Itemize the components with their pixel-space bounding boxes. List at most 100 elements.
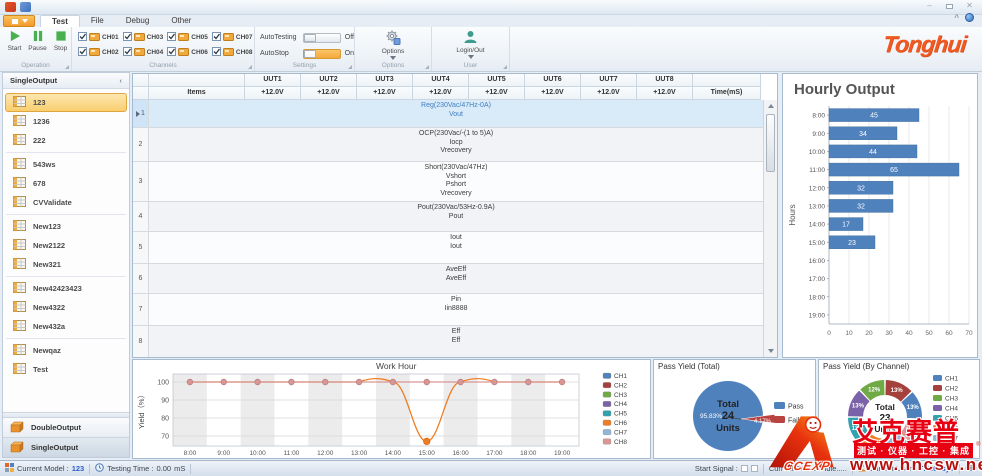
testing-time-label: Testing Time :	[107, 464, 153, 473]
close-icon[interactable]: ✕	[963, 1, 976, 11]
checkbox-checked-icon[interactable]	[167, 32, 176, 43]
restore-icon[interactable]	[943, 1, 956, 11]
channel-ch02[interactable]: CH02	[78, 47, 119, 58]
table-row[interactable]: 7PinIin8888	[133, 294, 763, 326]
dialog-launcher-icon[interactable]	[348, 65, 352, 69]
channel-ch03[interactable]: CH03	[123, 32, 164, 43]
auto-stop-toggle[interactable]	[303, 49, 340, 59]
checkbox-checked-icon[interactable]	[167, 47, 176, 58]
eye-icon[interactable]	[965, 464, 977, 474]
dialog-launcher-icon[interactable]	[425, 65, 429, 69]
channel-ch07[interactable]: CH07	[212, 32, 253, 43]
dialog-launcher-icon[interactable]	[65, 65, 69, 69]
sidebar-item-222[interactable]: 222	[5, 131, 127, 150]
svg-text:CH1: CH1	[614, 373, 627, 380]
sidebar-item-test[interactable]: Test	[5, 360, 127, 379]
channel-column: CH05 CH06	[167, 32, 208, 58]
table-header-row-values: Items+12.0V+12.0V+12.0V+12.0V+12.0V+12.0…	[133, 87, 777, 100]
sidebar-item-new4322[interactable]: New4322	[5, 298, 127, 317]
tab-file[interactable]: File	[80, 15, 115, 27]
table-row[interactable]: 6AveEffAveEff	[133, 264, 763, 294]
channel-ch04[interactable]: CH04	[123, 47, 164, 58]
sidebar-item-newqaz[interactable]: Newqaz	[5, 341, 127, 360]
test-item-cell: PinIin8888	[149, 294, 763, 325]
auto-stop-label: AutoStop	[260, 50, 299, 57]
test-items-table: UUT1UUT2UUT3UUT4UUT5UUT6UUT7UUT8 Items+1…	[132, 73, 778, 358]
app-icon-blue[interactable]	[20, 2, 31, 12]
table-row[interactable]: 8EffEff	[133, 326, 763, 357]
current-status-value: Idle.....	[824, 464, 847, 473]
table-row[interactable]: 5IoutIout	[133, 232, 763, 264]
row-number-cell: 3	[133, 162, 149, 201]
sidebar-item-123[interactable]: 123	[5, 93, 127, 112]
checkbox-checked-icon[interactable]	[212, 47, 221, 58]
scrollbar-thumb[interactable]	[766, 114, 775, 172]
table-row[interactable]: 2OCP(230Vac/-(1 to 5)A)IocpVrecovery	[133, 128, 763, 162]
checkbox-checked-icon[interactable]	[123, 32, 132, 43]
sidebar: SingleOutput ‹ 1231236222 543ws678CVValid…	[2, 72, 130, 458]
group-options: Options Options	[355, 27, 432, 71]
channel-ch05[interactable]: CH05	[167, 32, 208, 43]
start-button[interactable]: Start	[4, 27, 25, 52]
sidebar-item-new42423423[interactable]: New42423423	[5, 279, 127, 298]
pause-button[interactable]: Pause	[27, 27, 48, 52]
channel-ch06[interactable]: CH06	[167, 47, 208, 58]
sidebar-item-new432a[interactable]: New432a	[5, 317, 127, 336]
tab-test[interactable]: Test	[40, 15, 80, 27]
scroll-down-icon[interactable]	[764, 345, 777, 357]
sidebar-item-cvvalidate[interactable]: CVValidate	[5, 193, 127, 212]
auto-testing-toggle[interactable]	[303, 33, 340, 43]
model-sheet-icon	[13, 96, 26, 109]
sidebar-item-new123[interactable]: New123	[5, 217, 127, 236]
model-sheet-icon	[13, 320, 26, 333]
svg-text:Work Hour: Work Hour	[376, 361, 417, 371]
checkbox-checked-icon[interactable]	[78, 32, 87, 43]
checkbox-checked-icon[interactable]	[212, 32, 221, 43]
application-menu-button[interactable]	[3, 15, 35, 27]
start-signal-indicator	[751, 465, 758, 472]
hourly-output-chart: 0102030405060708:00459:003410:004411:006…	[785, 102, 977, 359]
scroll-up-icon[interactable]	[764, 100, 777, 112]
header-cell-time: Time(mS)	[693, 87, 761, 100]
table-row[interactable]: 3Short(230Vac/47Hz)VshortPshortVrecovery	[133, 162, 763, 202]
sidebar-bottom-buttons: DoubleOutputSingleOutput	[3, 412, 129, 457]
group-channels: CH01CH02CH03CH04CH05CH06CH07CH08 Channel…	[72, 27, 255, 71]
stop-button[interactable]: Stop	[50, 27, 71, 52]
sidebar-item-label: New42423423	[33, 284, 82, 293]
header-cell-voltage: +12.0V	[301, 87, 357, 100]
model-sheet-icon	[13, 177, 26, 190]
svg-text:CH4: CH4	[945, 406, 958, 413]
channel-label: CH03	[147, 34, 164, 41]
model-sheet-icon	[13, 158, 26, 171]
collapse-arrow-icon[interactable]: ‹	[120, 73, 123, 88]
tab-other[interactable]: Other	[160, 15, 202, 27]
sidebar-button-singleoutput[interactable]: SingleOutput	[3, 437, 129, 457]
table-vertical-scrollbar[interactable]	[763, 100, 777, 357]
checkbox-checked-icon[interactable]	[78, 47, 87, 58]
sidebar-item-new2122[interactable]: New2122	[5, 236, 127, 255]
options-button[interactable]: Options	[382, 27, 405, 60]
table-row[interactable]: 1Reg(230Vac/47Hz-0A)Vout	[133, 100, 763, 128]
app-icon-red[interactable]	[5, 2, 16, 12]
channel-label: CH04	[147, 49, 164, 56]
list-group-separator	[6, 338, 126, 339]
dialog-launcher-icon[interactable]	[248, 65, 252, 69]
tab-debug[interactable]: Debug	[115, 15, 161, 27]
pass-yield-by-channel-chart: Pass Yield (By Channel)13%13%12%13%12%12…	[819, 360, 979, 463]
channel-ch08[interactable]: CH08	[212, 47, 253, 58]
channel-ch01[interactable]: CH01	[78, 32, 119, 43]
current-row-marker-icon	[136, 111, 140, 117]
list-group-separator	[6, 152, 126, 153]
checkbox-checked-icon[interactable]	[123, 47, 132, 58]
table-row[interactable]: 4Pout(230Vac/53Hz-0.9A)Pout	[133, 202, 763, 232]
sidebar-item-543ws[interactable]: 543ws	[5, 155, 127, 174]
sidebar-item-new321[interactable]: New321	[5, 255, 127, 274]
sidebar-button-doubleoutput[interactable]: DoubleOutput	[3, 417, 129, 437]
sidebar-item-678[interactable]: 678	[5, 174, 127, 193]
minimize-icon[interactable]: –	[923, 1, 936, 11]
window-buttons: – ✕	[923, 1, 976, 11]
sidebar-item-1236[interactable]: 1236	[5, 112, 127, 131]
model-sheet-icon	[13, 363, 26, 376]
login-out-button[interactable]: Login/Out	[459, 27, 482, 59]
dialog-launcher-icon[interactable]	[503, 65, 507, 69]
